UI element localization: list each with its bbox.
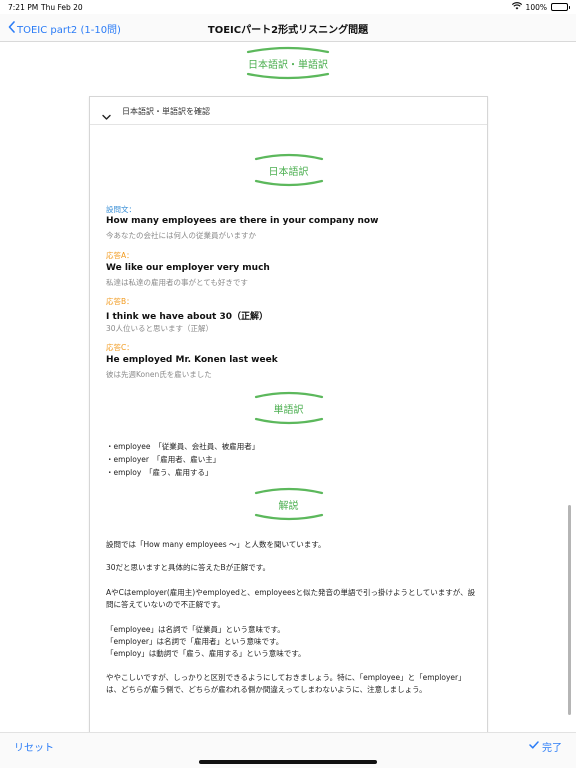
top-heading-text: 日本語訳・単語訳: [248, 60, 328, 71]
answer-a-ja: 私達は私達の雇用者の事がとても好きです: [106, 278, 248, 287]
explanation-paragraph: 「employer」は名詞で「雇用者」という意味です。: [106, 637, 284, 646]
translation-card: 日本語訳・単語訳を確認 日本語訳 設問文： How many employees…: [89, 96, 488, 732]
answer-c-label: 応答C：: [106, 343, 134, 352]
question-en: How many employees are there in your com…: [106, 216, 379, 226]
back-button[interactable]: TOEIC part2 (1-10問): [8, 21, 121, 36]
done-button-label: 完了: [542, 743, 562, 754]
status-bar: 7:21 PM Thu Feb 20 100%: [0, 0, 576, 14]
top-heading: 日本語訳・単語訳: [0, 46, 576, 84]
explanation-heading-text: 解説: [278, 501, 299, 512]
answer-c-en: He employed Mr. Konen last week: [106, 355, 278, 365]
status-time: 7:21 PM: [8, 3, 39, 12]
wifi-icon: [511, 2, 522, 12]
answer-a-label: 応答A：: [106, 251, 134, 260]
chevron-left-icon: [8, 21, 15, 36]
back-button-label: TOEIC part2 (1-10問): [17, 25, 121, 36]
done-button[interactable]: 完了: [529, 739, 562, 754]
chevron-down-icon: [102, 106, 111, 125]
question-label: 設問文：: [106, 205, 136, 214]
explanation-paragraph: ややこしいですが、しっかりと区別できるようにしておきましょう。特に、「emplo…: [106, 673, 466, 694]
answer-b-ja: 30人位いると思います（正解）: [106, 324, 214, 333]
battery-icon: [551, 3, 570, 11]
card-header-label: 日本語訳・単語訳を確認: [122, 107, 210, 116]
answer-b-label: 応答B：: [106, 297, 134, 306]
question-ja: 今あなたの会社には何人の従業員がいますか: [106, 231, 256, 240]
explanation-paragraph: 30だと思いますと具体的に答えたBが正解です。: [106, 563, 270, 572]
checkmark-icon: [529, 741, 539, 752]
nav-bar: TOEIC part2 (1-10問) TOEICパート2形式リスニング問題: [0, 14, 576, 42]
explanation-paragraph: 「employ」は動詞で「雇う、雇用する」という意味です。: [106, 649, 306, 658]
scrollbar[interactable]: [568, 505, 571, 715]
status-right: 100%: [511, 2, 570, 12]
status-date: Thu Feb 20: [41, 3, 83, 12]
translation-heading-text: 日本語訳: [268, 167, 309, 178]
home-indicator[interactable]: [199, 760, 377, 764]
explanation-paragraph: 「employee」は名詞で「従業員」という意味です。: [106, 625, 285, 634]
explanation-paragraph: AやCはemployer(雇用主)やemployedと、employeesと似た…: [106, 588, 476, 609]
vocab-heading-text: 単語訳: [273, 405, 304, 416]
explanation-heading: 解説: [90, 487, 487, 525]
battery-percent: 100%: [525, 2, 547, 12]
vocab-heading: 単語訳: [90, 391, 487, 429]
card-header-toggle[interactable]: 日本語訳・単語訳を確認: [90, 97, 487, 125]
answer-b-en: I think we have about 30（正解）: [106, 312, 269, 322]
vocab-item: ・employer 「雇用者、雇い主」: [106, 455, 221, 464]
explanation-paragraph: 設問では「How many employees 〜」と人数を聞いています。: [106, 540, 326, 549]
vocab-item: ・employ 「雇う、雇用する」: [106, 468, 213, 477]
reset-button[interactable]: リセット: [14, 739, 54, 754]
main-content: 日本語訳・単語訳 日本語訳・単語訳を確認 日本語訳 設問文： How many …: [0, 42, 576, 732]
answer-c-ja: 彼は先週Konen氏を雇いました: [106, 370, 212, 379]
translation-heading: 日本語訳: [90, 153, 487, 191]
vocab-item: ・employee 「従業員、会社員、被雇用者」: [106, 442, 260, 451]
answer-a-en: We like our employer very much: [106, 263, 270, 273]
